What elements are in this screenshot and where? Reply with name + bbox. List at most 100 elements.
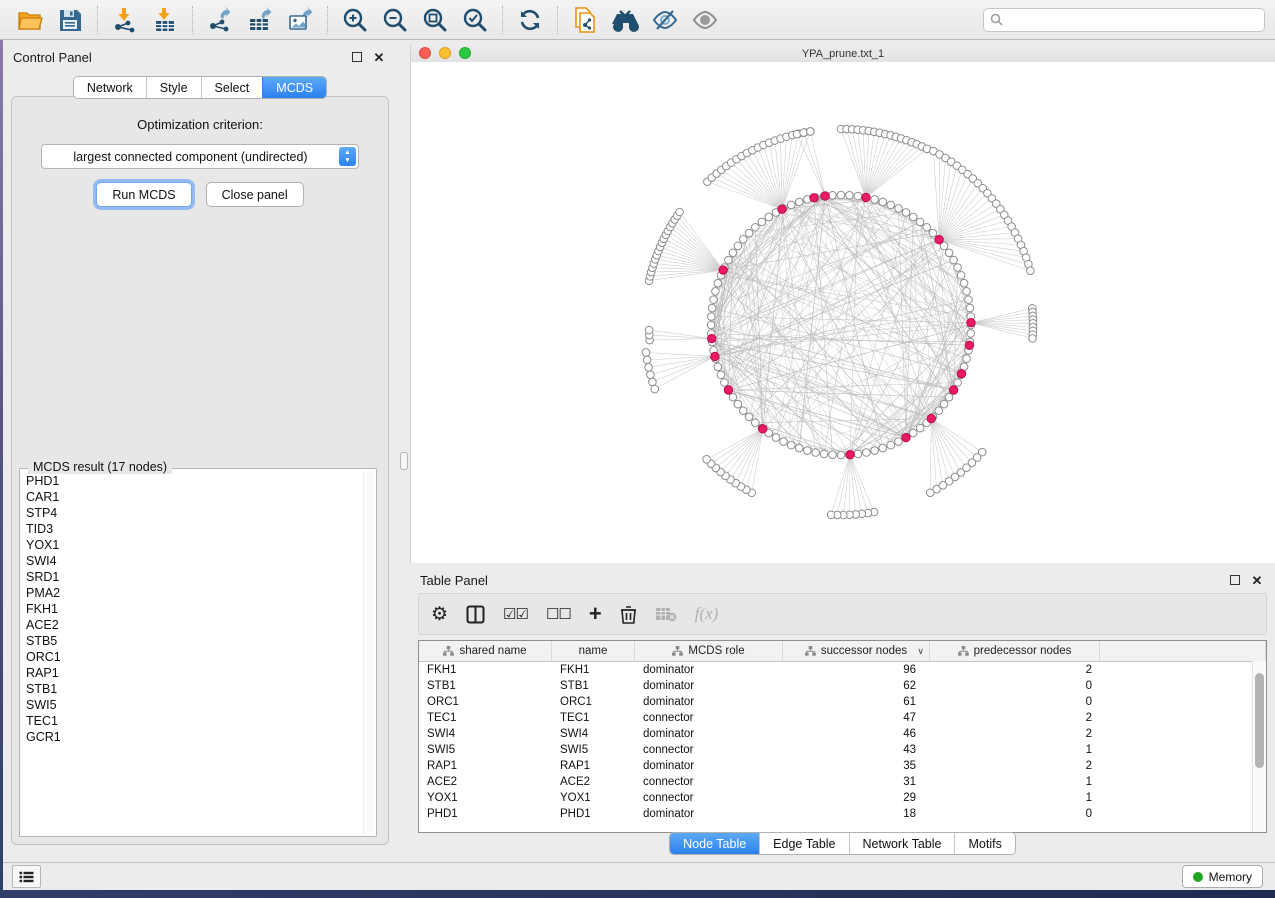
tab-network[interactable]: Network	[74, 77, 146, 98]
network-node[interactable]	[710, 296, 718, 304]
network-node[interactable]	[787, 201, 795, 209]
network-node[interactable]	[916, 424, 924, 432]
scrollbar-thumb[interactable]	[1255, 673, 1264, 768]
network-node[interactable]	[954, 264, 962, 272]
splitter-handle[interactable]	[400, 452, 408, 470]
network-node[interactable]	[960, 279, 968, 287]
network-node[interactable]	[966, 304, 974, 312]
export-network-icon[interactable]	[204, 5, 236, 35]
table-row[interactable]: PHD1PHD1dominator180	[419, 806, 1266, 822]
mcds-result-item[interactable]: TID3	[26, 521, 362, 537]
mcds-dominator-node[interactable]	[759, 425, 767, 433]
network-canvas[interactable]	[411, 62, 1275, 563]
tab-network-table[interactable]: Network Table	[849, 833, 955, 854]
network-node[interactable]	[820, 450, 828, 458]
tab-node-table[interactable]: Node Table	[670, 833, 759, 854]
mcds-result-item[interactable]: CAR1	[26, 489, 362, 505]
mcds-dominator-node[interactable]	[957, 369, 965, 377]
hide-selected-icon[interactable]	[649, 5, 681, 35]
table-mode-gear-icon[interactable]: ⚙	[431, 605, 448, 624]
network-node[interactable]	[879, 444, 887, 452]
column-header-name[interactable]: name	[552, 641, 635, 661]
network-node[interactable]	[1029, 335, 1037, 343]
table-row[interactable]: SWI4SWI4dominator462	[419, 726, 1266, 742]
mcds-dominator-node[interactable]	[846, 450, 854, 458]
column-header-successor-nodes[interactable]: successor nodes∨	[783, 641, 930, 661]
column-header-predecessor-nodes[interactable]: predecessor nodes	[930, 641, 1100, 661]
network-node[interactable]	[765, 213, 773, 221]
table-row[interactable]: TEC1TEC1connector472	[419, 710, 1266, 726]
network-node[interactable]	[647, 371, 655, 379]
network-node[interactable]	[751, 223, 759, 231]
mcds-result-list[interactable]: PHD1CAR1STP4TID3YOX1SWI4SRD1PMA2FKH1ACE2…	[22, 473, 362, 834]
import-network-icon[interactable]	[109, 5, 141, 35]
network-node[interactable]	[745, 229, 753, 237]
network-node[interactable]	[729, 249, 737, 257]
network-node[interactable]	[739, 235, 747, 243]
network-node[interactable]	[734, 242, 742, 250]
mcds-result-item[interactable]: PHD1	[26, 473, 362, 489]
mcds-dominator-node[interactable]	[967, 319, 975, 327]
mcds-dominator-node[interactable]	[862, 193, 870, 201]
table-row[interactable]: FKH1FKH1dominator962	[419, 662, 1266, 678]
network-node[interactable]	[837, 451, 845, 459]
network-node[interactable]	[645, 326, 653, 334]
float-panel-icon[interactable]	[349, 50, 365, 64]
mcds-dominator-node[interactable]	[949, 386, 957, 394]
mcds-dominator-node[interactable]	[708, 334, 716, 342]
column-selector-icon[interactable]	[466, 605, 485, 624]
mcds-dominator-node[interactable]	[935, 236, 943, 244]
mcds-dominator-node[interactable]	[778, 205, 786, 213]
network-node[interactable]	[965, 296, 973, 304]
network-node[interactable]	[703, 456, 711, 464]
clone-network-icon[interactable]	[569, 5, 601, 35]
delete-column-icon[interactable]	[620, 605, 637, 624]
panel-splitter[interactable]	[397, 40, 410, 862]
network-node[interactable]	[707, 321, 715, 329]
network-node[interactable]	[717, 371, 725, 379]
network-node[interactable]	[780, 438, 788, 446]
network-node[interactable]	[895, 438, 903, 446]
network-node[interactable]	[812, 449, 820, 457]
find-icon[interactable]	[609, 5, 641, 35]
refresh-icon[interactable]	[514, 5, 546, 35]
network-node[interactable]	[871, 196, 879, 204]
network-node[interactable]	[651, 385, 659, 393]
window-close-icon[interactable]	[419, 47, 431, 59]
tab-select[interactable]: Select	[201, 77, 263, 98]
network-node[interactable]	[926, 489, 934, 497]
mcds-result-item[interactable]: YOX1	[26, 537, 362, 553]
network-node[interactable]	[734, 400, 742, 408]
table-row[interactable]: SWI5SWI5connector431	[419, 742, 1266, 758]
network-node[interactable]	[854, 192, 862, 200]
save-session-icon[interactable]	[54, 5, 86, 35]
mcds-dominator-node[interactable]	[965, 341, 973, 349]
show-panels-button[interactable]	[12, 865, 41, 888]
network-node[interactable]	[945, 393, 953, 401]
network-node[interactable]	[950, 256, 958, 264]
network-node[interactable]	[707, 313, 715, 321]
deselect-all-columns-icon[interactable]: ☐☐	[546, 605, 571, 623]
mcds-dominator-node[interactable]	[711, 352, 719, 360]
mcds-result-item[interactable]: STP4	[26, 505, 362, 521]
float-table-panel-icon[interactable]	[1227, 573, 1243, 587]
network-node[interactable]	[929, 229, 937, 237]
network-node[interactable]	[902, 209, 910, 217]
mcds-result-item[interactable]: ACE2	[26, 617, 362, 633]
tab-motifs[interactable]: Motifs	[954, 833, 1014, 854]
network-node[interactable]	[945, 249, 953, 257]
mcds-result-item[interactable]: ORC1	[26, 649, 362, 665]
network-node[interactable]	[871, 447, 879, 455]
network-node[interactable]	[739, 407, 747, 415]
network-node[interactable]	[787, 441, 795, 449]
close-panel-icon[interactable]: ✕	[371, 50, 387, 64]
network-node[interactable]	[729, 393, 737, 401]
close-panel-button[interactable]: Close panel	[206, 182, 304, 207]
network-node[interactable]	[714, 279, 722, 287]
network-node[interactable]	[887, 201, 895, 209]
tab-edge-table[interactable]: Edge Table	[759, 833, 848, 854]
network-node[interactable]	[745, 413, 753, 421]
show-hidden-icon[interactable]	[689, 5, 721, 35]
zoom-in-icon[interactable]	[339, 5, 371, 35]
network-node[interactable]	[837, 191, 845, 199]
